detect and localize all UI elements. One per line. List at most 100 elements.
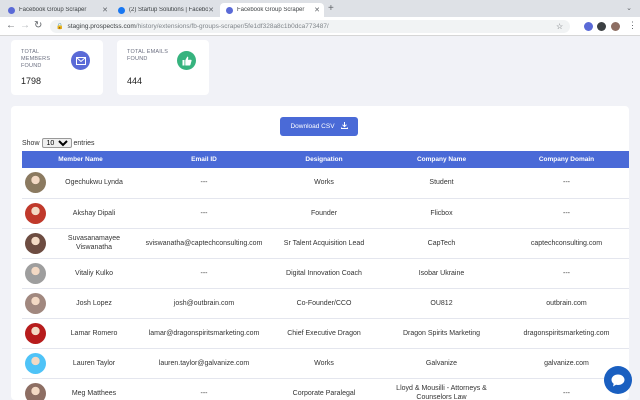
company-name-cell: Isobar Ukraine <box>379 258 504 289</box>
table-row: Lamar Romero lamar@dragonspiritsmarketing… <box>22 318 629 349</box>
email-cell: --- <box>139 168 269 199</box>
header-company-domain[interactable]: Company Domain <box>504 151 629 168</box>
company-domain-cell: --- <box>504 198 629 229</box>
download-csv-button[interactable]: Download CSV <box>280 117 358 136</box>
entries-length-control: Show 10 entries <box>22 138 95 148</box>
header-email-id[interactable]: Email ID <box>139 151 269 168</box>
company-name-cell: OU812 <box>379 288 504 319</box>
chrome-menu-icon[interactable]: ⋮ <box>628 20 637 31</box>
email-cell: lauren.taylor@galvanize.com <box>139 348 269 379</box>
member-name-cell: Vitaliy Kulko <box>49 258 139 289</box>
close-tab-icon[interactable]: ✕ <box>208 6 214 14</box>
reload-icon[interactable]: ↻ <box>34 20 42 32</box>
company-domain-cell: dragonspiritsmarketing.com <box>504 318 629 349</box>
header-designation[interactable]: Designation <box>269 151 379 168</box>
company-domain-cell: captechconsulting.com <box>504 228 629 259</box>
company-name-cell: CapTech <box>379 228 504 259</box>
member-name-cell: Lamar Romero <box>49 318 139 349</box>
close-tab-icon[interactable]: ✕ <box>102 6 108 14</box>
avatar[interactable] <box>25 292 46 314</box>
close-tab-icon[interactable]: ✕ <box>314 6 320 14</box>
email-cell: --- <box>139 378 269 400</box>
browser-tab-2[interactable]: (2) Startup Solutions | Facebo ✕ <box>112 3 218 17</box>
avatar-cell <box>22 228 49 259</box>
avatar[interactable] <box>25 322 46 344</box>
envelope-icon <box>71 51 90 70</box>
browser-tab-3[interactable]: Facebook Group Scraper ✕ <box>220 3 324 17</box>
table-header-row: Member Name Email ID Designation Company… <box>22 151 629 168</box>
company-name-cell: Student <box>379 168 504 199</box>
browser-tab-1[interactable]: Facebook Group Scraper ✕ <box>2 3 112 17</box>
entries-label: entries <box>73 139 95 147</box>
avatar-cell <box>22 318 49 349</box>
tab-search-icon[interactable]: ⌄ <box>626 4 632 12</box>
stat-value: 444 <box>127 76 143 86</box>
members-panel: Download CSV Show 10 entries Member Name… <box>11 106 629 400</box>
download-csv-label: Download CSV <box>290 123 335 130</box>
thumbs-up-icon <box>177 51 196 70</box>
address-bar[interactable]: 🔒 staging.prospectss.com/history/extensi… <box>50 20 570 33</box>
member-name-cell: Lauren Taylor <box>49 348 139 379</box>
avatar[interactable] <box>25 202 46 224</box>
favicon-icon <box>8 6 15 14</box>
designation-cell: Founder <box>269 198 379 229</box>
avatar[interactable] <box>25 172 46 194</box>
stat-label: TOTAL MEMBERS FOUND <box>21 49 51 69</box>
member-name-cell: Meg Matthees <box>49 378 139 400</box>
download-icon <box>340 122 348 131</box>
member-name-cell: Suvasanamayee Viswanatha <box>49 228 139 259</box>
company-domain-cell: outbrain.com <box>504 288 629 319</box>
table-row: Ogechukwu Lynda --- Works Student --- <box>22 168 629 199</box>
designation-cell: Co-Founder/CCO <box>269 288 379 319</box>
table-row: Vitaliy Kulko --- Digital Innovation Coach… <box>22 258 629 289</box>
forward-icon[interactable]: → <box>20 20 30 32</box>
email-cell: josh@outbrain.com <box>139 288 269 319</box>
avatar-cell <box>22 348 49 379</box>
table-row: Lauren Taylor lauren.taylor@galvanize.com… <box>22 348 629 379</box>
company-domain-cell: --- <box>504 168 629 199</box>
stat-card-emails: TOTAL EMAILS FOUND 444 <box>117 40 209 95</box>
tab-title: (2) Startup Solutions | Facebo <box>129 7 209 13</box>
chat-bubble-icon <box>611 374 625 386</box>
email-cell: lamar@dragonspiritsmarketing.com <box>139 318 269 349</box>
stat-label: TOTAL EMAILS FOUND <box>127 49 169 62</box>
avatar[interactable] <box>25 352 46 374</box>
designation-cell: Chief Executive Dragon <box>269 318 379 349</box>
company-name-cell: Flicbox <box>379 198 504 229</box>
header-member-name[interactable]: Member Name <box>22 151 139 168</box>
avatar-cell <box>22 288 49 319</box>
avatar-cell <box>22 198 49 229</box>
avatar[interactable] <box>25 232 46 254</box>
show-label: Show <box>22 139 40 147</box>
entries-select[interactable]: 10 <box>41 138 72 148</box>
avatar[interactable] <box>25 262 46 284</box>
member-name-cell: Ogechukwu Lynda <box>49 168 139 199</box>
member-name-cell: Akshay Dipali <box>49 198 139 229</box>
table-row: Suvasanamayee Viswanatha sviswanatha@capt… <box>22 228 629 259</box>
back-icon[interactable]: ← <box>6 20 16 32</box>
avatar[interactable] <box>25 382 46 400</box>
company-domain-cell: --- <box>504 258 629 289</box>
header-company-name[interactable]: Company Name <box>379 151 504 168</box>
members-table: Member Name Email ID Designation Company… <box>22 151 629 400</box>
designation-cell: Works <box>269 168 379 199</box>
avatar-cell <box>22 258 49 289</box>
email-cell: --- <box>139 258 269 289</box>
puzzle-extensions-icon[interactable] <box>597 22 606 31</box>
company-name-cell: Lloyd & Mousilli - Attorneys & Counselor… <box>379 378 504 400</box>
extension-icon[interactable] <box>584 22 593 31</box>
chat-widget-button[interactable] <box>604 366 632 394</box>
url-path: /history/extensions/fb-groups-scraper/5f… <box>135 23 329 30</box>
favicon-icon <box>226 6 233 14</box>
member-name-cell: Josh Lopez <box>49 288 139 319</box>
profile-avatar[interactable] <box>611 22 620 31</box>
stat-value: 1798 <box>21 76 42 86</box>
avatar-cell <box>22 168 49 199</box>
lock-icon[interactable]: 🔒 <box>56 23 63 30</box>
browser-toolbar: ← → ↻ 🔒 staging.prospectss.com/history/e… <box>0 17 640 36</box>
bookmark-star-icon[interactable]: ☆ <box>556 22 563 31</box>
designation-cell: Corporate Paralegal <box>269 378 379 400</box>
tab-title: Facebook Group Scraper <box>237 7 305 13</box>
new-tab-button[interactable]: + <box>328 3 334 15</box>
tab-strip: Facebook Group Scraper ✕ (2) Startup Sol… <box>0 0 640 17</box>
